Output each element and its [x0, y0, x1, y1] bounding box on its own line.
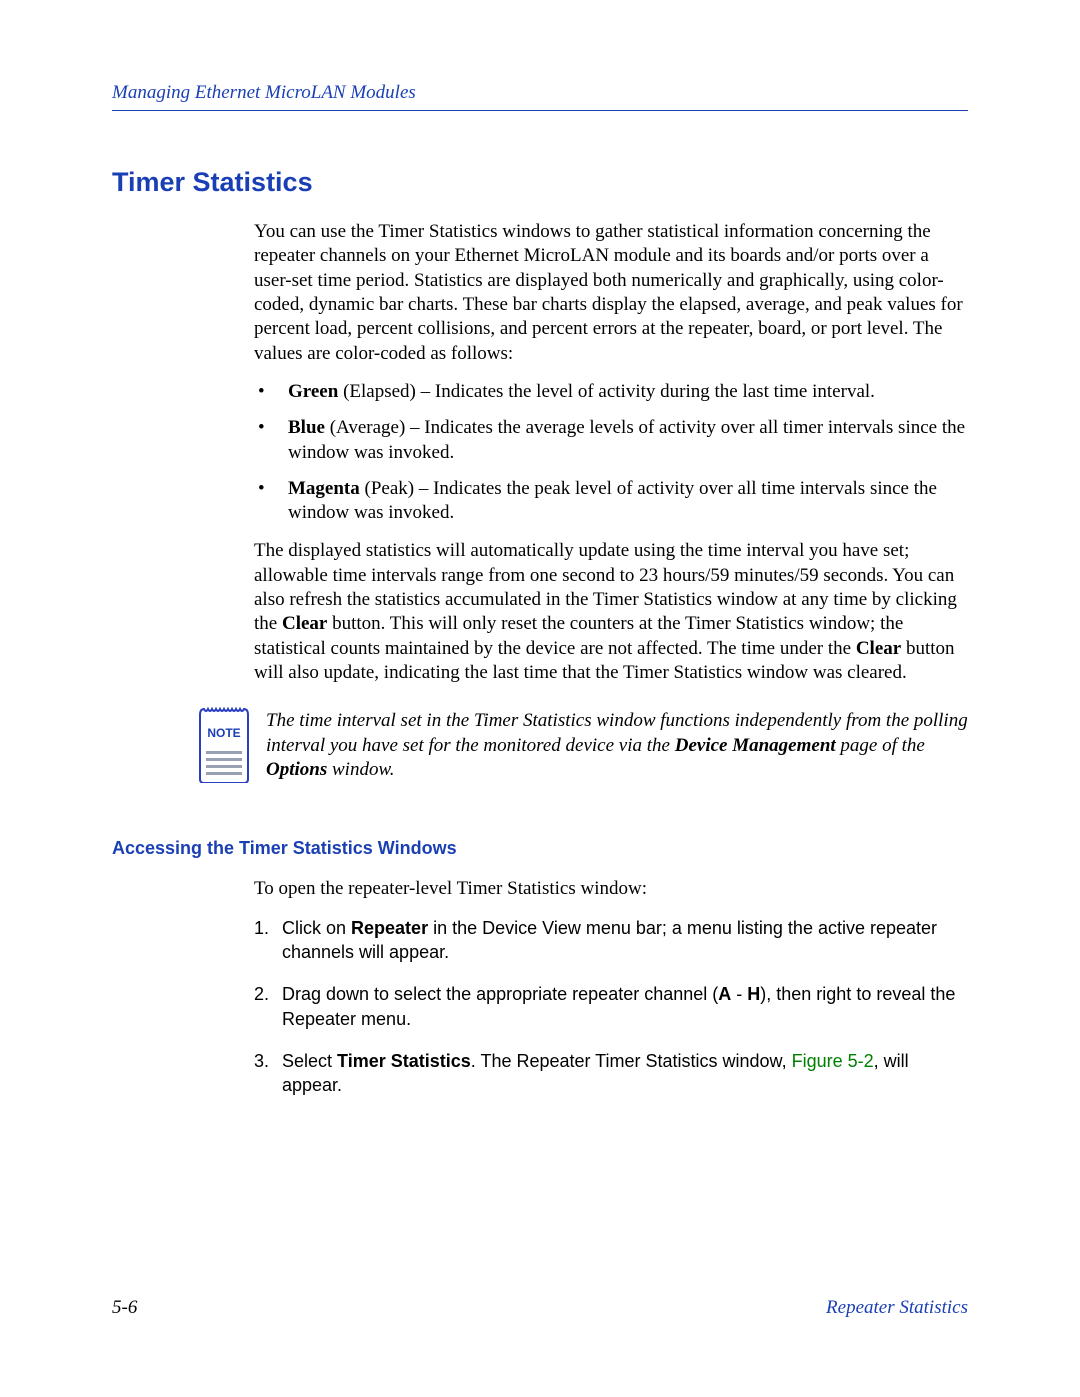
bold: H [747, 984, 760, 1004]
subheading: Accessing the Timer Statistics Windows [112, 838, 968, 859]
page-footer: 5-6 Repeater Statistics [112, 1297, 968, 1319]
step-3: 3. Select Timer Statistics. The Repeater… [254, 1049, 968, 1098]
note-block: NOTE The time interval set in the Timer … [196, 705, 968, 788]
running-header: Managing Ethernet MicroLAN Modules [112, 82, 968, 111]
body-column: To open the repeater-level Timer Statist… [254, 877, 968, 1097]
bold: Options [266, 759, 327, 780]
text: button. This will only reset the counter… [254, 613, 903, 658]
bullet-paren: (Average) [330, 417, 406, 438]
step-number: 2. [254, 982, 269, 1006]
bullet-paren: (Elapsed) [343, 381, 416, 402]
note-badge-text: NOTE [207, 726, 240, 740]
bold: A [718, 984, 731, 1004]
text: - [731, 984, 747, 1004]
text: page of the [836, 735, 925, 756]
text: window. [327, 759, 394, 780]
bullet-blue: Blue (Average) – Indicates the average l… [254, 416, 968, 465]
step-number: 3. [254, 1049, 269, 1073]
body-column: You can use the Timer Statistics windows… [254, 220, 968, 685]
steps-list: 1. Click on Repeater in the Device View … [254, 916, 968, 1098]
bullet-paren: (Peak) [365, 478, 415, 499]
section-title: Timer Statistics [112, 167, 968, 198]
note-icon: NOTE [196, 705, 252, 788]
step-1: 1. Click on Repeater in the Device View … [254, 916, 968, 965]
figure-reference[interactable]: Figure 5-2 [792, 1051, 874, 1071]
text: Drag down to select the appropriate repe… [282, 984, 718, 1004]
step-number: 1. [254, 916, 269, 940]
clear-bold: Clear [856, 638, 901, 659]
color-bullet-list: Green (Elapsed) – Indicates the level of… [254, 380, 968, 526]
bullet-label: Blue [288, 417, 325, 438]
bullet-label: Green [288, 381, 338, 402]
text: . The Repeater Timer Statistics window, [471, 1051, 792, 1071]
bullet-magenta: Magenta (Peak) – Indicates the peak leve… [254, 477, 968, 526]
clear-paragraph: The displayed statistics will automatica… [254, 539, 968, 685]
bold: Device Management [675, 735, 836, 756]
bold: Timer Statistics [337, 1051, 471, 1071]
step-2: 2. Drag down to select the appropriate r… [254, 982, 968, 1031]
bold: Repeater [351, 918, 428, 938]
bullet-label: Magenta [288, 478, 360, 499]
bullet-green: Green (Elapsed) – Indicates the level of… [254, 380, 968, 404]
footer-section: Repeater Statistics [826, 1297, 968, 1319]
bullet-desc: – Indicates the level of activity during… [421, 381, 875, 402]
intro-paragraph: You can use the Timer Statistics windows… [254, 220, 968, 366]
lead-paragraph: To open the repeater-level Timer Statist… [254, 877, 968, 901]
page: Managing Ethernet MicroLAN Modules Timer… [0, 0, 1080, 1397]
note-text: The time interval set in the Timer Stati… [266, 705, 968, 788]
text: Click on [282, 918, 351, 938]
page-number: 5-6 [112, 1297, 137, 1319]
clear-bold: Clear [282, 613, 327, 634]
text: Select [282, 1051, 337, 1071]
